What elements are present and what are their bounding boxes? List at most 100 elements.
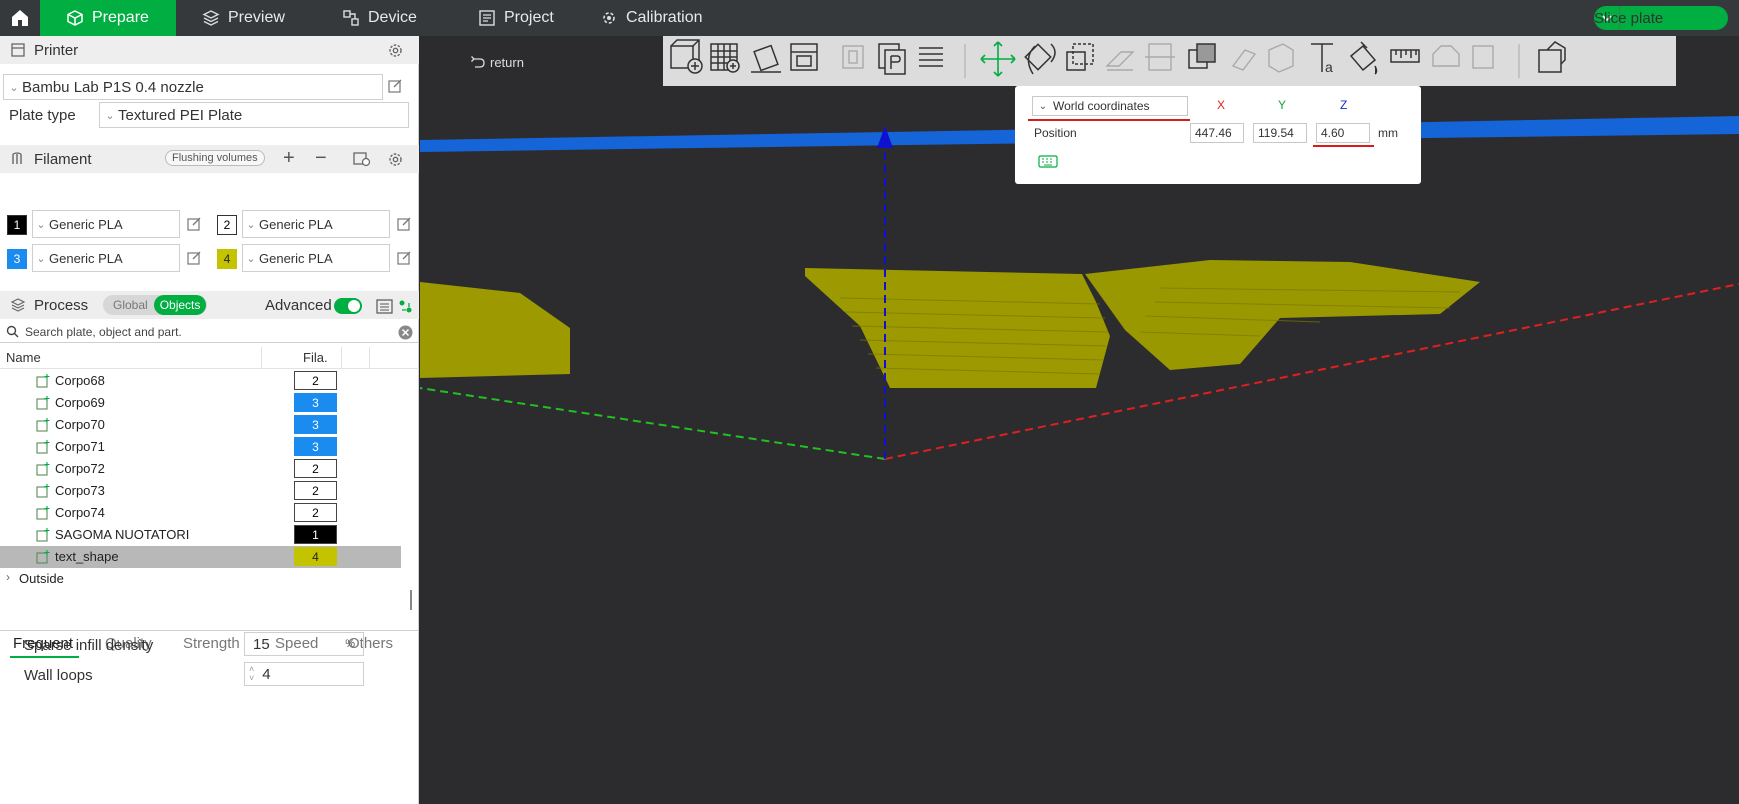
global-objects-toggle[interactable]: Global Objects bbox=[103, 295, 207, 315]
wall-loops-value: 4 bbox=[262, 665, 271, 683]
table-row[interactable]: › Outside bbox=[0, 568, 401, 590]
chevron-right-icon[interactable]: › bbox=[6, 570, 10, 584]
row-filament[interactable]: 2 bbox=[294, 503, 337, 522]
name-column-header[interactable]: Name bbox=[6, 350, 41, 365]
objects-option[interactable]: Objects bbox=[153, 295, 207, 315]
position-z-input[interactable]: 4.60 bbox=[1316, 123, 1370, 143]
row-filament[interactable]: 2 bbox=[294, 371, 337, 390]
filament-slot-1-color[interactable]: 1 bbox=[7, 215, 27, 235]
table-row[interactable]: Corpo71 3 bbox=[0, 436, 401, 458]
tab-preview[interactable]: Preview bbox=[202, 0, 285, 36]
remove-filament-button[interactable]: − bbox=[315, 147, 327, 170]
seam-paint-icon[interactable] bbox=[1268, 43, 1294, 73]
lay-on-face-icon[interactable] bbox=[1105, 51, 1135, 71]
add-object-icon[interactable] bbox=[670, 39, 703, 74]
tab-calibration[interactable]: Calibration bbox=[600, 0, 702, 36]
plate-type-select[interactable]: ⌄ Textured PEI Plate bbox=[99, 102, 409, 128]
row-filament[interactable]: 2 bbox=[294, 459, 337, 478]
filament-slot-4-color[interactable]: 4 bbox=[217, 249, 237, 269]
edit-icon[interactable] bbox=[396, 250, 412, 266]
tab-prepare[interactable]: Prepare bbox=[40, 0, 176, 36]
row-filament[interactable]: 2 bbox=[294, 481, 337, 500]
coordinate-mode-select[interactable]: ⌄ World coordinates bbox=[1032, 96, 1188, 116]
filament-slot-3-color[interactable]: 3 bbox=[7, 249, 27, 269]
return-button[interactable]: return bbox=[470, 55, 524, 70]
filament-slot-4-select[interactable]: ⌄ Generic PLA bbox=[242, 244, 390, 272]
table-row[interactable]: SAGOMA NUOTATORI 1 bbox=[0, 524, 401, 546]
grid-plate-icon[interactable] bbox=[710, 43, 740, 73]
sparse-infill-input[interactable]: 15 % bbox=[244, 632, 364, 656]
svg-text:a: a bbox=[1325, 59, 1333, 75]
assembly-icon[interactable] bbox=[1432, 45, 1460, 67]
fila-column-header[interactable]: Fila. bbox=[303, 350, 328, 365]
filament-name: Generic PLA bbox=[259, 250, 333, 266]
color-paint-icon[interactable] bbox=[1349, 41, 1378, 75]
wall-loops-stepper[interactable]: ˄ ˅ 4 bbox=[244, 662, 364, 686]
row-filament[interactable]: 3 bbox=[294, 437, 337, 456]
cut-icon[interactable] bbox=[1145, 43, 1175, 71]
auto-orient-icon[interactable] bbox=[751, 44, 781, 73]
advanced-switch[interactable] bbox=[334, 298, 362, 314]
table-row[interactable]: Corpo72 2 bbox=[0, 458, 401, 480]
sync-icon[interactable] bbox=[353, 151, 371, 167]
filament-name: Generic PLA bbox=[49, 216, 123, 232]
stepper-arrows-icon[interactable]: ˄ ˅ bbox=[249, 665, 254, 683]
home-button[interactable] bbox=[0, 0, 40, 36]
row-filament[interactable]: 1 bbox=[294, 525, 337, 544]
row-filament[interactable]: 4 bbox=[294, 547, 337, 566]
edit-icon[interactable] bbox=[387, 78, 403, 94]
table-row[interactable]: Corpo73 2 bbox=[0, 480, 401, 502]
part-icon bbox=[36, 418, 50, 432]
layers-icon bbox=[10, 298, 26, 312]
viewport-toolbar: a bbox=[663, 36, 1676, 86]
move-icon[interactable] bbox=[980, 41, 1016, 77]
add-filament-button[interactable]: + bbox=[283, 147, 295, 170]
search-placeholder: Search plate, object and part. bbox=[25, 324, 182, 339]
table-row[interactable]: Corpo74 2 bbox=[0, 502, 401, 524]
text-tool-icon[interactable]: a bbox=[1311, 43, 1333, 75]
support-paint-icon[interactable] bbox=[1231, 49, 1257, 71]
assembly-view-icon[interactable] bbox=[1538, 41, 1566, 73]
table-row[interactable]: Corpo69 3 bbox=[0, 392, 401, 414]
table-row[interactable]: Corpo70 3 bbox=[0, 414, 401, 436]
list-scrollbar[interactable] bbox=[410, 590, 412, 610]
compare-icon[interactable] bbox=[398, 299, 413, 314]
tab-strength[interactable]: Strength bbox=[183, 635, 240, 652]
filament-slot-3-select[interactable]: ⌄ Generic PLA bbox=[32, 244, 180, 272]
tab-device[interactable]: Device bbox=[342, 0, 417, 36]
slice-plate-button[interactable]: Slice plate bbox=[1594, 6, 1728, 30]
boolean-icon[interactable] bbox=[1188, 43, 1216, 69]
y-axis bbox=[420, 387, 886, 460]
rotate-icon[interactable] bbox=[1024, 43, 1056, 75]
list-view-icon[interactable] bbox=[376, 299, 393, 314]
measure-icon[interactable] bbox=[1390, 49, 1420, 63]
keyboard-icon[interactable] bbox=[1038, 155, 1058, 168]
position-y-input[interactable]: 119.54 bbox=[1253, 123, 1307, 143]
emboss-icon[interactable] bbox=[1472, 45, 1494, 69]
table-row-selected[interactable]: text_shape 4 bbox=[0, 546, 401, 568]
row-filament[interactable]: 3 bbox=[294, 415, 337, 434]
filament-slot-1-select[interactable]: ⌄ Generic PLA bbox=[32, 210, 180, 238]
gear-icon[interactable] bbox=[387, 42, 404, 59]
filament-section-header: Filament Flushing volumes + − bbox=[0, 145, 419, 173]
plate-settings-icon[interactable] bbox=[878, 43, 906, 75]
split-objects-icon[interactable] bbox=[842, 45, 864, 69]
printer-select[interactable]: ⌄ Bambu Lab P1S 0.4 nozzle bbox=[3, 74, 383, 100]
global-option[interactable]: Global bbox=[103, 298, 154, 312]
flushing-volumes-button[interactable]: Flushing volumes bbox=[165, 150, 265, 166]
row-filament[interactable]: 3 bbox=[294, 393, 337, 412]
gear-icon[interactable] bbox=[387, 151, 404, 168]
tab-project[interactable]: Project bbox=[478, 0, 554, 36]
table-row[interactable]: Corpo68 2 bbox=[0, 370, 401, 392]
arrange-icon[interactable] bbox=[790, 43, 818, 71]
filament-slot-2-select[interactable]: ⌄ Generic PLA bbox=[242, 210, 390, 238]
edit-icon[interactable] bbox=[186, 250, 202, 266]
edit-icon[interactable] bbox=[186, 216, 202, 232]
object-search[interactable]: Search plate, object and part. bbox=[0, 321, 419, 343]
filament-slot-2-color[interactable]: 2 bbox=[217, 215, 237, 235]
position-x-input[interactable]: 447.46 bbox=[1190, 123, 1244, 143]
scale-icon[interactable] bbox=[1066, 43, 1094, 71]
clear-search-icon[interactable] bbox=[398, 325, 413, 340]
layers-menu-icon[interactable] bbox=[919, 47, 943, 67]
edit-icon[interactable] bbox=[396, 216, 412, 232]
